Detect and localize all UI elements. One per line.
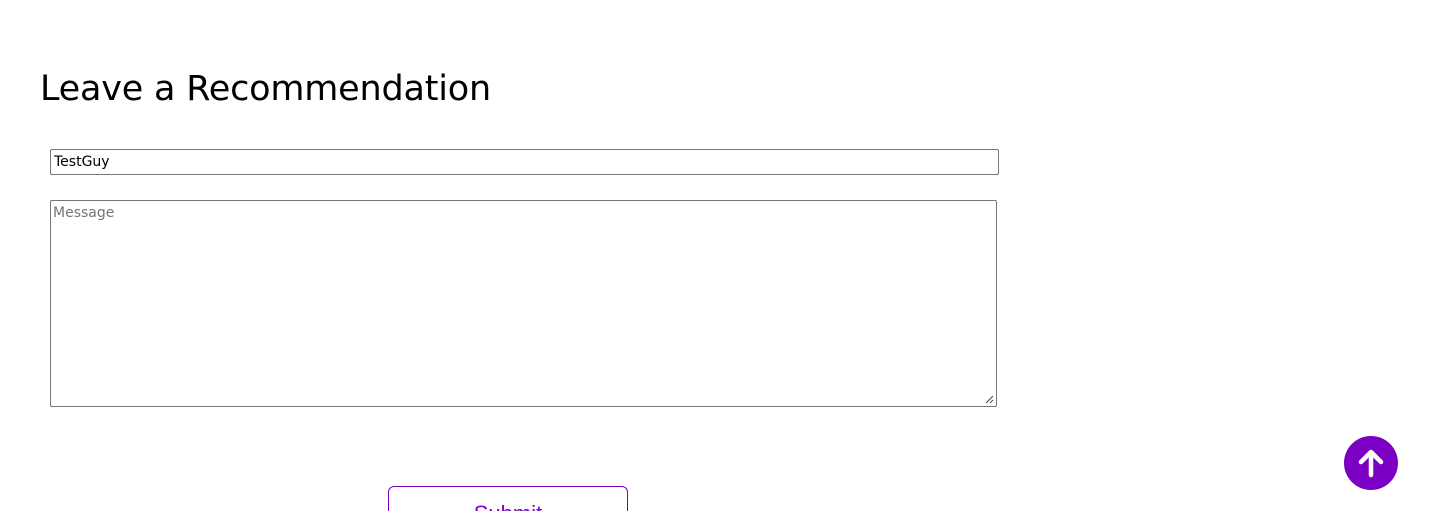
resize-grip-icon[interactable]: [984, 394, 994, 404]
scroll-to-top-button[interactable]: [1344, 436, 1398, 490]
page-title: Leave a Recommendation: [40, 69, 491, 109]
name-input[interactable]: [50, 149, 999, 175]
submit-button[interactable]: Submit: [388, 486, 628, 511]
message-textarea[interactable]: [50, 200, 997, 407]
arrow-up-icon: [1358, 449, 1384, 478]
